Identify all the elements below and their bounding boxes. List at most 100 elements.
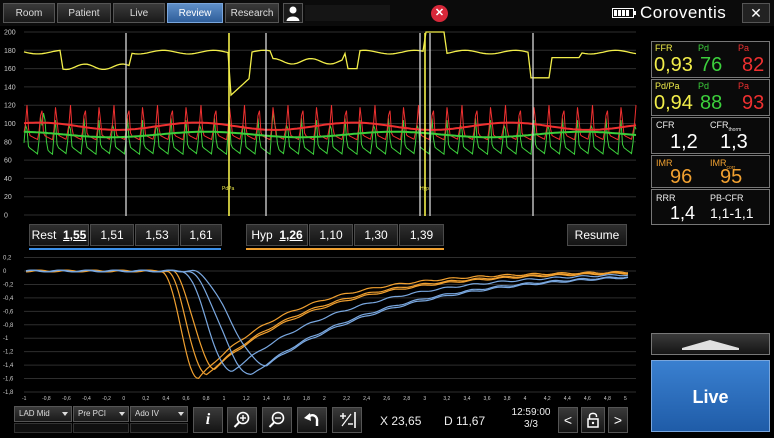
x-tick-label: 1,8: [303, 396, 310, 402]
x-tick-label: 2,6: [383, 396, 390, 402]
chevron-right-icon: >: [613, 412, 623, 428]
x-tick-label: 3,8: [504, 396, 511, 402]
stage-dropdown[interactable]: Pre PCI: [73, 406, 129, 422]
invert-button[interactable]: [332, 407, 362, 433]
tools-button[interactable]: ✕: [742, 3, 770, 23]
x-tick-label: 1,4: [263, 396, 270, 402]
x-tick-label: 4,6: [584, 396, 591, 402]
brand: Coroventis: [612, 3, 726, 23]
next-button[interactable]: >: [608, 407, 628, 433]
x-tick-label: 2: [323, 396, 326, 402]
hyp-button-4[interactable]: 1,39: [399, 224, 444, 246]
y-tick-label: 0: [4, 213, 8, 220]
tab-research[interactable]: Research: [225, 3, 279, 23]
tab-patient[interactable]: Patient: [57, 3, 111, 23]
pdpa-pa-value: 93: [742, 92, 765, 114]
ffr-label: FFR: [655, 43, 673, 53]
pdpa-pd-value: 88: [700, 92, 723, 114]
agent-dropdown-label: Ado IV: [135, 409, 160, 418]
patient-field[interactable]: [305, 5, 390, 21]
x-readout: X 23,65: [380, 414, 422, 428]
live-button[interactable]: Live: [651, 360, 770, 432]
lock-icon: [587, 412, 599, 428]
y-tick-label: 60: [4, 158, 12, 165]
tab-review[interactable]: Review: [167, 3, 223, 23]
zoom-out-button[interactable]: [262, 407, 292, 433]
expand-button[interactable]: [651, 333, 770, 355]
x-tick-label: -0,6: [62, 396, 71, 402]
info-button[interactable]: i: [193, 407, 223, 433]
vessel-dropdown[interactable]: LAD Mid: [14, 406, 72, 422]
chevron-down-icon: [178, 412, 184, 416]
rrr-panel[interactable]: RRR PB-CFR 1,4 1,1-1,1: [651, 189, 770, 225]
y-tick-label: 0,2: [3, 256, 12, 262]
rest-value-1: 1,55: [63, 228, 87, 242]
pbcfr-value: 1,1-1,1: [710, 205, 754, 221]
x-tick-label: 5: [624, 396, 627, 402]
imr-value: 96: [670, 166, 693, 188]
rest-label: Rest: [31, 228, 57, 242]
tab-room[interactable]: Room: [3, 3, 55, 23]
undo-button[interactable]: [297, 407, 327, 433]
cfr-thorm-value: 1,3: [720, 131, 748, 153]
stage-subfield: [73, 423, 129, 433]
pd-mean-line: [23, 130, 637, 139]
imr-panel[interactable]: IMR IMRcorr 96 95: [651, 155, 770, 188]
chevron-down-icon: [119, 412, 125, 416]
pdpa-value: 0,94: [654, 92, 693, 114]
y-tick-label: 0: [3, 269, 7, 275]
cfr-panel[interactable]: CFR CFRthorm 1,2 1,3: [651, 117, 770, 154]
time-readout: 12:59:00 3/3: [506, 407, 556, 431]
zoom-in-button[interactable]: [227, 407, 257, 433]
ffr-panel[interactable]: FFR Pd Pa 0,93 76 82: [651, 41, 770, 78]
x-tick-label: 2,8: [403, 396, 410, 402]
pdpa-panel[interactable]: Pd/Pa Pd Pa 0,94 88 93: [651, 79, 770, 116]
x-tick-label: 0,8: [203, 396, 210, 402]
x-tick-label: 2,4: [363, 396, 370, 402]
y-tick-label: -0,6: [3, 309, 14, 315]
ratio-wave: [23, 31, 637, 97]
tab-live[interactable]: Live: [113, 3, 165, 23]
rest-button-4[interactable]: 1,61: [180, 224, 222, 246]
rest-underline: [29, 248, 221, 250]
close-icon[interactable]: ✕: [431, 5, 448, 22]
x-tick-label: -1: [22, 396, 27, 402]
x-tick-label: 0,4: [162, 396, 169, 402]
resume-button[interactable]: Resume: [567, 224, 627, 246]
y-tick-label: 100: [4, 121, 16, 128]
cfr-value: 1,2: [670, 131, 698, 153]
lock-button[interactable]: [581, 407, 605, 433]
y-tick-label: -1,8: [3, 390, 14, 396]
hyp-button-2[interactable]: 1,10: [309, 224, 353, 246]
hyp-button-1[interactable]: Hyp 1,26: [246, 224, 308, 246]
y-tick-label: -1,6: [3, 377, 14, 383]
rest-button-3[interactable]: 1,53: [135, 224, 179, 246]
x-tick-label: -0,2: [102, 396, 111, 402]
plus-minus-icon: [340, 412, 356, 428]
hyp-underline: [246, 248, 444, 250]
agent-subfield: [130, 423, 188, 433]
chevron-down-icon: [62, 412, 68, 416]
rest-button-2[interactable]: 1,51: [90, 224, 134, 246]
d-readout: D 11,67: [444, 414, 486, 428]
agent-dropdown[interactable]: Ado IV: [130, 406, 188, 422]
y-tick-label: -1,2: [3, 350, 14, 356]
x-tick-label: 4,4: [564, 396, 571, 402]
top-bar: Room Patient Live Review Research ✕ Coro…: [0, 0, 774, 26]
y-tick-label: 120: [4, 103, 16, 110]
y-tick-label: 20: [4, 194, 12, 201]
ffr-pd-value: 76: [700, 54, 723, 76]
x-tick-label: 4,2: [544, 396, 551, 402]
imr-corr-value: 95: [720, 166, 743, 188]
y-tick-label: -0,2: [3, 282, 14, 288]
hyp-button-3[interactable]: 1,30: [354, 224, 398, 246]
ffr-value: 0,93: [654, 54, 693, 76]
x-tick-label: 1: [223, 396, 226, 402]
rest-button-1[interactable]: Rest 1,55: [29, 224, 89, 246]
prev-button[interactable]: <: [558, 407, 578, 433]
pbcfr-label: PB-CFR: [710, 193, 744, 203]
zoom-out-icon: [268, 411, 285, 428]
rrr-label: RRR: [656, 193, 676, 203]
hyp-curve: [25, 269, 628, 376]
user-button[interactable]: [283, 3, 303, 23]
